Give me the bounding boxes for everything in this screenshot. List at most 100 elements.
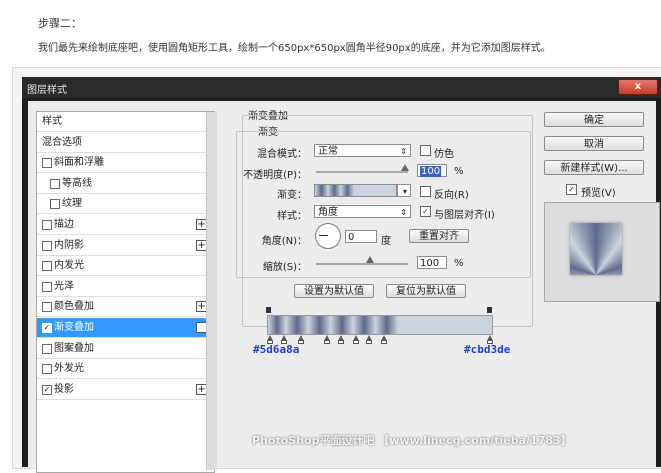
color-stop-swatch[interactable] <box>338 340 344 344</box>
preview-checkbox[interactable]: ✓ <box>566 184 577 195</box>
reverse-checkbox[interactable] <box>420 186 431 197</box>
style-list-label: 斜面和浮雕 <box>54 157 104 169</box>
blend-mode-value: 正常 <box>318 146 338 157</box>
blend-mode-select[interactable]: 正常 ⇕ <box>314 144 411 157</box>
style-checkbox[interactable] <box>50 178 60 189</box>
opacity-stop-left[interactable] <box>266 307 271 313</box>
start-color-hex: #5d6a8a <box>253 343 300 356</box>
style-list-item[interactable]: 描边 + <box>37 215 214 235</box>
color-stop-swatch[interactable] <box>324 340 330 344</box>
color-stop-swatch[interactable] <box>381 340 387 344</box>
article-step-heading: 步骤二： <box>38 17 82 30</box>
color-stop-swatch[interactable] <box>353 340 359 344</box>
style-list-label: 颜色叠加 <box>54 301 94 313</box>
style-list-scrollbar[interactable] <box>206 112 217 470</box>
style-list-item[interactable]: 等高线 <box>37 174 214 194</box>
reset-to-default-button[interactable]: 复位为默认值 <box>386 284 466 298</box>
updown-arrow-icon: ⇕ <box>400 208 407 217</box>
style-checkbox[interactable] <box>42 281 52 292</box>
preview-thumbnail <box>570 223 622 275</box>
set-as-default-button[interactable]: 设置为默认值 <box>294 284 374 298</box>
style-list-item[interactable]: 光泽 <box>37 277 214 297</box>
style-list-item[interactable]: 混合选项 <box>37 133 214 153</box>
style-list-item[interactable]: 外发光 <box>37 359 214 380</box>
opacity-percent: % <box>454 166 464 177</box>
scale-slider-thumb[interactable] <box>366 256 374 263</box>
angle-degree-unit: 度 <box>381 236 391 247</box>
dialog-titlebar[interactable]: 图层样式 x <box>22 77 661 98</box>
gradient-editor-bar[interactable] <box>267 315 493 335</box>
style-value: 角度 <box>318 207 338 218</box>
style-list-item[interactable]: 斜面和浮雕 <box>37 153 214 174</box>
dialog-body: 样式 混合选项斜面和浮雕等高线纹理描边 + 内阴影 + 内发光光泽颜色叠加 + ✓ 渐变叠加 + 图… <box>28 101 660 473</box>
style-list-label: 等高线 <box>62 177 92 189</box>
preview-label: 预览(V) <box>581 188 616 199</box>
style-list-item[interactable]: 纹理 <box>37 194 214 215</box>
style-checkbox[interactable]: ✓ <box>42 384 52 395</box>
blend-mode-label: 混合模式： <box>257 149 307 160</box>
style-list-label: 描边 <box>54 219 74 230</box>
opacity-slider-thumb[interactable] <box>401 164 409 171</box>
close-button[interactable]: x <box>618 79 658 95</box>
opacity-stop-right[interactable] <box>487 307 492 313</box>
style-list-label: 内发光 <box>54 260 84 272</box>
gradient-picker-dropdown[interactable]: ▾ <box>397 184 411 197</box>
style-list-label: 外发光 <box>54 363 84 375</box>
style-list: 样式 混合选项斜面和浮雕等高线纹理描边 + 内阴影 + 内发光光泽颜色叠加 + ✓ 渐变叠加 + 图… <box>36 111 215 473</box>
dither-label: 仿色 <box>434 149 454 160</box>
style-checkbox[interactable] <box>42 343 52 354</box>
style-checkbox[interactable] <box>42 302 52 313</box>
updown-arrow-icon: ⇕ <box>400 147 407 156</box>
layer-style-dialog: 图层样式 x 样式 混合选项斜面和浮雕等高线纹理描边 + 内阴影 + 内发光光泽颜色叠加 +… <box>22 77 661 473</box>
scale-percent: % <box>454 258 464 269</box>
style-checkbox[interactable] <box>50 199 60 210</box>
align-with-layer-label: 与图层对齐(I) <box>434 210 495 221</box>
style-checkbox[interactable] <box>42 158 52 169</box>
ok-button[interactable]: 确定 <box>544 112 644 127</box>
style-list-item[interactable]: ✓ 投影 + <box>37 380 214 400</box>
style-list-label: 纹理 <box>62 198 82 210</box>
angle-dial-needle <box>319 235 328 236</box>
style-select[interactable]: 角度 ⇕ <box>314 205 411 218</box>
article-paragraph: 我们最先来绘制底座吧，使用圆角矩形工具，绘制一个650px*650px圆角半径9… <box>38 43 551 54</box>
style-checkbox[interactable] <box>42 220 52 230</box>
dialog-title: 图层样式 <box>27 85 67 96</box>
style-list-item[interactable]: ✓ 渐变叠加 + <box>37 318 214 338</box>
gradient-label: 渐变： <box>277 190 307 201</box>
angle-label: 角度(N)： <box>261 236 307 247</box>
gradient-swatch[interactable] <box>314 184 397 197</box>
style-label: 样式： <box>277 211 307 222</box>
new-style-button[interactable]: 新建样式(W)... <box>544 160 644 175</box>
style-checkbox[interactable] <box>42 364 52 375</box>
angle-input[interactable]: 0 <box>345 230 377 243</box>
scale-slider[interactable] <box>316 263 408 265</box>
style-preview <box>544 202 660 302</box>
opacity-label: 不透明度(P)： <box>243 170 307 181</box>
dither-checkbox[interactable] <box>420 145 431 156</box>
angle-dial[interactable] <box>315 223 341 249</box>
style-checkbox[interactable]: ✓ <box>42 323 52 333</box>
opacity-input[interactable]: 100 <box>417 164 447 177</box>
scale-label: 缩放(S)： <box>262 262 307 273</box>
style-list-item[interactable]: 内阴影 + <box>37 236 214 256</box>
style-list-item[interactable]: 样式 <box>37 112 214 132</box>
style-list-item[interactable]: 图案叠加 <box>37 339 214 359</box>
reverse-label: 反向(R) <box>434 190 469 201</box>
opacity-slider[interactable] <box>316 171 408 173</box>
end-color-hex: #cbd3de <box>464 343 511 356</box>
opacity-value: 100 <box>420 166 442 177</box>
style-checkbox[interactable] <box>42 261 52 272</box>
style-list-label: 投影 <box>54 383 74 395</box>
style-list-label: 渐变叠加 <box>54 322 94 333</box>
scale-input[interactable]: 100 <box>417 256 447 269</box>
style-list-label: 内阴影 <box>54 239 84 251</box>
style-list-item[interactable]: 颜色叠加 + <box>37 297 214 318</box>
cancel-button[interactable]: 取消 <box>544 136 644 151</box>
style-checkbox[interactable] <box>42 240 52 251</box>
align-with-layer-checkbox[interactable]: ✓ <box>420 206 431 217</box>
color-stop-swatch[interactable] <box>366 340 372 344</box>
style-list-item[interactable]: 内发光 <box>37 256 214 277</box>
style-list-label: 光泽 <box>54 280 74 292</box>
watermark: PhotoShop平面设计吧 【www.linecg.com/tieba/178… <box>252 434 572 447</box>
reset-alignment-button[interactable]: 重置对齐 <box>409 229 469 243</box>
